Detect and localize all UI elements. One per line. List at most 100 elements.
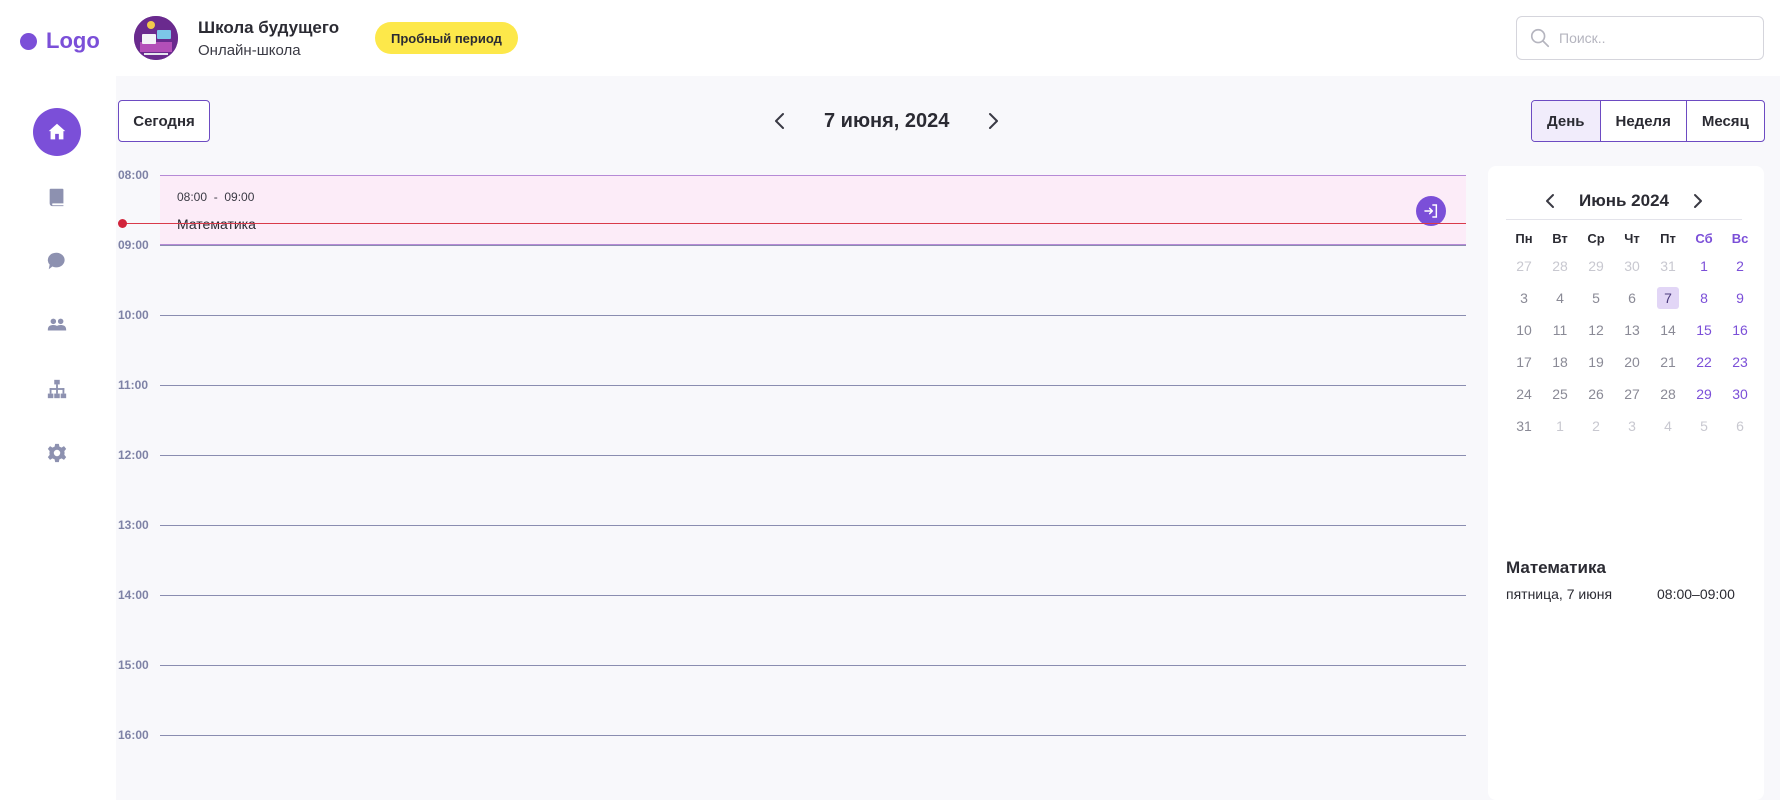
- calendar-day[interactable]: 27: [1614, 378, 1650, 410]
- hour-line: [160, 245, 1466, 246]
- calendar-day[interactable]: 28: [1650, 378, 1686, 410]
- main-area: 08:00 09:00 10:00 11:00 12:00 13:00 14:0…: [116, 76, 1780, 800]
- calendar-day[interactable]: 23: [1722, 346, 1758, 378]
- hour-line: [160, 595, 1466, 596]
- calendar-day[interactable]: 28: [1542, 250, 1578, 282]
- event-block[interactable]: 08:00 - 09:00 Математика: [160, 175, 1466, 245]
- hour-label: 09:00: [118, 238, 149, 252]
- nav-courses[interactable]: [33, 173, 81, 221]
- calendar-day[interactable]: 17: [1506, 346, 1542, 378]
- calendar-day[interactable]: 31: [1506, 410, 1542, 442]
- home-icon: [48, 123, 66, 140]
- today-button[interactable]: Сегодня: [118, 100, 210, 142]
- calendar-day[interactable]: 3: [1506, 282, 1542, 314]
- calendar-day[interactable]: 6: [1722, 410, 1758, 442]
- calendar-day[interactable]: 1: [1542, 410, 1578, 442]
- right-panel: Июнь 2024 Пн Вт Ср Чт Пт Сб Вс 27 28 29 …: [1488, 166, 1764, 800]
- agenda-event-time: 08:00–09:00: [1657, 586, 1735, 602]
- calendar-day[interactable]: 25: [1542, 378, 1578, 410]
- view-week-button[interactable]: Неделя: [1601, 101, 1687, 141]
- day-timeline: 08:00 09:00 10:00 11:00 12:00 13:00 14:0…: [116, 76, 1466, 800]
- nav-users[interactable]: [33, 301, 81, 349]
- calendar-day[interactable]: 2: [1578, 410, 1614, 442]
- calendar-day[interactable]: 4: [1650, 410, 1686, 442]
- calendar-day[interactable]: 31: [1650, 250, 1686, 282]
- view-day-button[interactable]: День: [1532, 101, 1601, 141]
- calendar-day[interactable]: 27: [1506, 250, 1542, 282]
- view-switcher: День Неделя Месяц: [1531, 100, 1765, 142]
- calendar-day[interactable]: 8: [1686, 282, 1722, 314]
- date-navigation: 7 июня, 2024: [766, 100, 1007, 142]
- calendar-day[interactable]: 15: [1686, 314, 1722, 346]
- event-time-separator: -: [213, 190, 218, 204]
- calendar-day[interactable]: 26: [1578, 378, 1614, 410]
- prev-day-button[interactable]: [766, 107, 794, 135]
- calendar-day[interactable]: 16: [1722, 314, 1758, 346]
- school-avatar[interactable]: [134, 16, 178, 60]
- calendar-day[interactable]: 9: [1722, 282, 1758, 314]
- calendar-day[interactable]: 6: [1614, 282, 1650, 314]
- trial-badge[interactable]: Пробный период: [375, 22, 518, 54]
- nav-structure[interactable]: [33, 365, 81, 413]
- calendar-day[interactable]: 24: [1506, 378, 1542, 410]
- event-start: 08:00: [177, 190, 208, 204]
- hour-label: 14:00: [118, 588, 149, 602]
- chevron-right-icon: [989, 113, 999, 129]
- calendar-day-selected[interactable]: 7: [1650, 282, 1686, 314]
- event-end: 09:00: [224, 190, 255, 204]
- calendar-day[interactable]: 10: [1506, 314, 1542, 346]
- calendar-day[interactable]: 19: [1578, 346, 1614, 378]
- calendar-day[interactable]: 29: [1686, 378, 1722, 410]
- search-box[interactable]: [1516, 16, 1764, 60]
- agenda-event-title[interactable]: Математика: [1506, 558, 1606, 578]
- hour-line: [160, 735, 1466, 736]
- weekday-label: Вс: [1731, 231, 1749, 246]
- prev-month-button[interactable]: [1539, 190, 1561, 212]
- hour-line: [160, 525, 1466, 526]
- current-time-dot: [118, 219, 127, 228]
- event-title: Математика: [177, 216, 256, 232]
- calendar-day[interactable]: 3: [1614, 410, 1650, 442]
- school-subtitle: Онлайн-школа: [198, 42, 301, 59]
- join-lesson-button[interactable]: [1416, 196, 1446, 226]
- logo-dot: [20, 32, 37, 50]
- weekday-label: Вт: [1552, 231, 1568, 246]
- weekday-label: Пт: [1660, 231, 1676, 246]
- next-month-button[interactable]: [1687, 190, 1709, 212]
- calendar-day[interactable]: 30: [1722, 378, 1758, 410]
- calendar-day[interactable]: 5: [1578, 282, 1614, 314]
- calendar-day[interactable]: 30: [1614, 250, 1650, 282]
- login-icon: [1424, 204, 1438, 218]
- calendar-day[interactable]: 21: [1650, 346, 1686, 378]
- calendar-day[interactable]: 20: [1614, 346, 1650, 378]
- calendar-day[interactable]: 29: [1578, 250, 1614, 282]
- weekday-label: Пн: [1515, 231, 1533, 246]
- calendar-day[interactable]: 2: [1722, 250, 1758, 282]
- logo-text: Logo: [46, 28, 100, 53]
- nav-settings[interactable]: [33, 429, 81, 477]
- hour-label: 12:00: [118, 448, 149, 462]
- calendar-day[interactable]: 12: [1578, 314, 1614, 346]
- calendar-day[interactable]: 4: [1542, 282, 1578, 314]
- calendar-day[interactable]: 11: [1542, 314, 1578, 346]
- search-input[interactable]: [1559, 30, 1749, 46]
- view-month-button[interactable]: Месяц: [1687, 101, 1764, 141]
- event-time: 08:00 - 09:00: [177, 190, 254, 204]
- weekday-label: Чт: [1624, 231, 1640, 246]
- current-time-line: [124, 223, 1466, 224]
- calendar-day[interactable]: 14: [1650, 314, 1686, 346]
- calendar-day[interactable]: 1: [1686, 250, 1722, 282]
- header: Школа будущего Онлайн-школа Пробный пери…: [116, 0, 1780, 76]
- logo[interactable]: Logo: [20, 28, 100, 54]
- current-date-title: 7 июня, 2024: [824, 109, 950, 132]
- calendar-day[interactable]: 22: [1686, 346, 1722, 378]
- chevron-left-icon: [1546, 193, 1554, 208]
- calendar-day[interactable]: 5: [1686, 410, 1722, 442]
- next-day-button[interactable]: [979, 107, 1007, 135]
- hour-label: 15:00: [118, 658, 149, 672]
- calendar-day[interactable]: 13: [1614, 314, 1650, 346]
- nav-messages[interactable]: [33, 237, 81, 285]
- users-icon: [47, 318, 67, 331]
- calendar-day[interactable]: 18: [1542, 346, 1578, 378]
- nav-home[interactable]: [33, 108, 81, 156]
